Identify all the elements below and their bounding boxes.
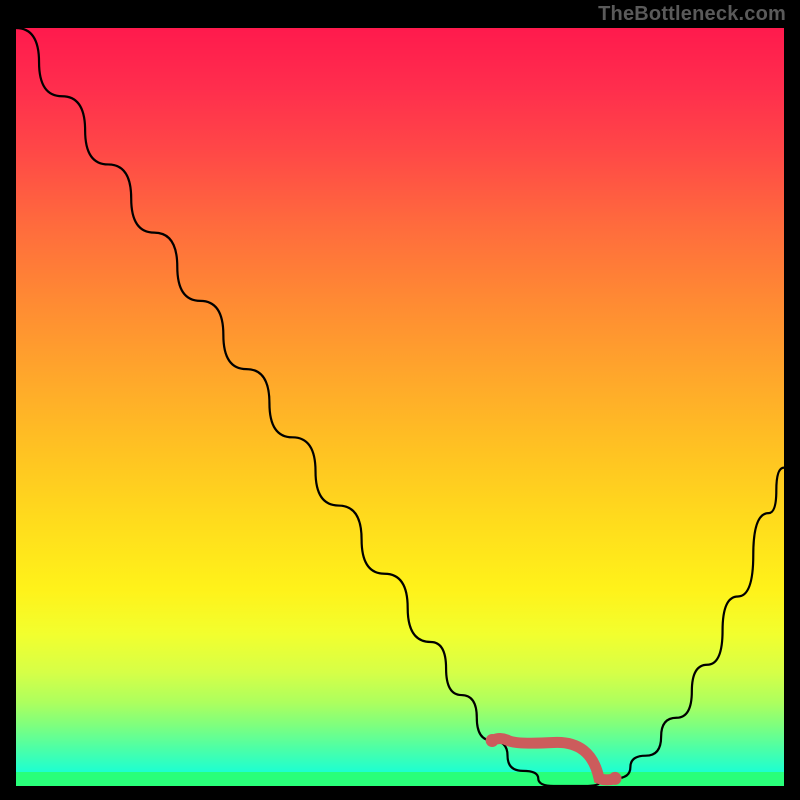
chart-stage: TheBottleneck.com <box>0 0 800 800</box>
optimal-marker-segment <box>492 739 615 780</box>
chart-svg <box>16 28 784 786</box>
optimal-marker-end <box>609 772 622 785</box>
watermark-text: TheBottleneck.com <box>598 4 786 24</box>
optimal-marker-start <box>486 734 499 747</box>
plot-area <box>16 28 784 786</box>
bottleneck-curve <box>16 28 784 786</box>
